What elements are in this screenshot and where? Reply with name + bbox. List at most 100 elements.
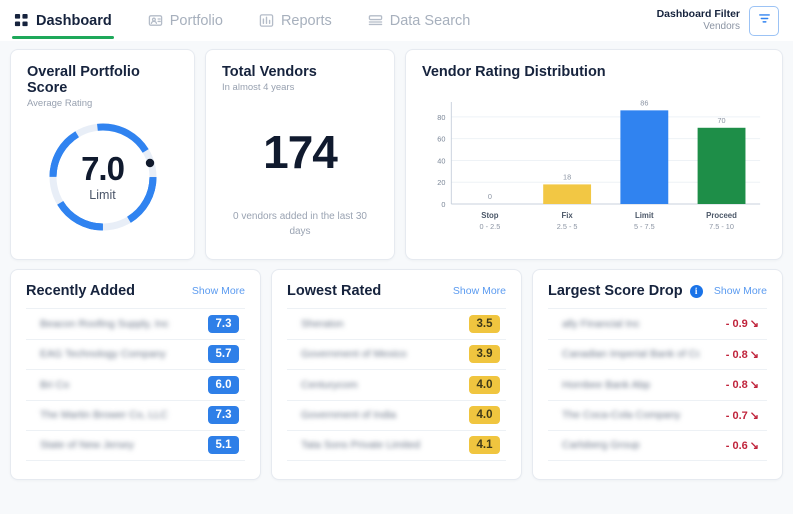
x-axis-range-label: 0 - 2.5 <box>480 222 501 231</box>
list-item[interactable]: Sheraton 3.5 <box>287 308 506 339</box>
list-item[interactable]: The Coca-Cola Company - 0.7 ↘ <box>548 399 767 431</box>
list-item-name: Sheraton <box>301 317 344 330</box>
bar-value-label: 0 <box>488 192 492 201</box>
active-tab-underline <box>12 36 114 39</box>
dashboard-filter-title: Dashboard Filter <box>656 7 740 20</box>
lowest-rated-show-more[interactable]: Show More <box>453 285 506 297</box>
x-axis-category-label: Stop <box>481 211 499 220</box>
tab-reports[interactable]: Reports <box>259 0 346 41</box>
tab-data-search[interactable]: Data Search <box>368 0 485 41</box>
list-item[interactable]: The Martin Brower Co, LLC 7.3 <box>26 399 245 431</box>
largest-score-drop-header: Largest Score Drop i Show More <box>548 283 767 299</box>
info-icon[interactable]: i <box>689 284 703 298</box>
chart-bar[interactable] <box>620 110 669 204</box>
list-item-name: The Coca-Cola Company <box>562 409 681 422</box>
total-vendors-value-area: 174 <box>222 93 378 210</box>
list-item[interactable]: Tata Sons Private Limited 4.1 <box>287 430 506 461</box>
score-delta: - 0.9 ↘ <box>726 317 759 330</box>
score-badge: 5.7 <box>208 345 239 364</box>
gauge-label: Limit <box>89 188 116 202</box>
tab-dashboard[interactable]: Dashboard <box>12 0 126 41</box>
x-axis-category-label: Proceed <box>706 211 737 220</box>
lowest-rated-card: Lowest Rated Show More Sheraton 3.5 Govern… <box>271 269 522 480</box>
score-delta-value: - 0.8 <box>725 348 748 361</box>
total-vendors-value: 174 <box>263 125 338 178</box>
gauge-area: 7.0 Limit <box>27 109 178 245</box>
tab-portfolio[interactable]: Portfolio <box>148 0 237 41</box>
list-item-name: ally Financial Inc <box>562 317 640 330</box>
list-item-name: EAG Technology Company <box>40 348 166 361</box>
arrow-down-right-icon: ↘ <box>749 439 759 452</box>
list-item[interactable]: Bri Co 6.0 <box>26 369 245 400</box>
score-gauge: 7.0 Limit <box>44 118 162 236</box>
list-item-name: The Martin Brower Co, LLC <box>40 409 168 422</box>
bar-chart-icon <box>259 13 274 28</box>
score-badge: 4.1 <box>469 436 500 455</box>
lowest-rated-rows: Sheraton 3.5 Government of Mexico 3.9 Centur… <box>287 308 506 461</box>
lowest-rated-header: Lowest Rated Show More <box>287 283 506 299</box>
score-badge: 3.5 <box>469 314 500 333</box>
list-item[interactable]: Centurycom 4.0 <box>287 369 506 400</box>
dashboard-filter-text: Dashboard Filter Vendors <box>657 8 740 34</box>
list-item-name: Hornbee Bank Abp <box>562 378 651 391</box>
score-badge: 4.0 <box>469 406 500 425</box>
tab-dashboard-label: Dashboard <box>36 12 112 29</box>
total-vendors-footnote: 0 vendors added in the last 30 days <box>233 211 367 237</box>
overall-portfolio-score-title: Overall Portfolio Score <box>27 64 140 96</box>
list-item-name: Bri Co <box>40 378 70 391</box>
list-item[interactable]: Beacon Roofing Supply, Inc 7.3 <box>26 308 245 339</box>
gauge-value: 7.0 <box>81 150 125 187</box>
list-item[interactable]: Carlsberg Group - 0.6 ↘ <box>548 430 767 461</box>
list-item[interactable]: ally Financial Inc - 0.9 ↘ <box>548 308 767 339</box>
arrow-down-right-icon: ↘ <box>749 379 759 392</box>
x-axis-category-label: Fix <box>561 211 573 220</box>
lowest-rated-title: Lowest Rated <box>287 283 382 299</box>
portfolio-icon <box>148 13 163 28</box>
y-axis-tick-label: 40 <box>437 156 445 165</box>
score-badge: 3.9 <box>469 345 500 364</box>
arrow-down-right-icon: ↘ <box>749 318 759 331</box>
score-badge: 7.3 <box>208 406 239 425</box>
largest-score-drop-rows: ally Financial Inc - 0.9 ↘ Canadian Imperia… <box>548 308 767 461</box>
score-badge: 6.0 <box>208 375 239 394</box>
total-vendors-subtitle: In almost 4 years <box>222 82 295 93</box>
dashboard-filter-value: Vendors <box>703 20 740 32</box>
list-item[interactable]: Canadian Imperial Bank of Commerce - 0.8↘ <box>548 338 767 370</box>
total-vendors-title: Total Vendors <box>222 64 317 80</box>
score-delta-value: - 0.7 <box>725 409 748 422</box>
chart-bar[interactable] <box>697 127 746 204</box>
list-item-name: Carlsberg Group <box>562 439 640 452</box>
list-item[interactable]: EAG Technology Company 5.7 <box>26 338 245 370</box>
gauge-center-labels: 7.0 Limit <box>44 118 162 236</box>
tab-data-search-label: Data Search <box>389 12 471 29</box>
dashboard-content: Overall Portfolio Score Average Rating 7… <box>0 41 793 514</box>
list-item-name: State of New Jersey <box>40 439 134 452</box>
bar-value-label: 86 <box>640 98 648 107</box>
largest-score-drop-show-more[interactable]: Show More <box>714 285 767 297</box>
list-item-name: Government of India <box>301 409 397 422</box>
bar-value-label: 70 <box>717 116 725 125</box>
bar-value-label: 18 <box>563 172 571 181</box>
list-item[interactable]: State of New Jersey 5.1 <box>26 430 245 461</box>
list-item[interactable]: Hornbee Bank Abp - 0.8 ↘ <box>548 369 767 400</box>
list-item-name: Beacon Roofing Supply, Inc <box>40 317 169 330</box>
top-navigation-bar: Dashboard Portfolio Reports Data Search … <box>0 0 793 41</box>
chart-bar[interactable] <box>543 184 592 204</box>
list-item-name: Canadian Imperial Bank of Commerce <box>562 348 700 361</box>
list-item[interactable]: Government of Mexico 3.9 <box>287 338 506 370</box>
list-item[interactable]: Government of India 4.0 <box>287 399 506 431</box>
filter-button[interactable] <box>749 5 779 36</box>
kpi-row: Overall Portfolio Score Average Rating 7… <box>10 49 783 260</box>
data-search-icon <box>368 13 383 28</box>
vendor-rating-distribution-card: Vendor Rating Distribution 0 20 40 60 80 0 Sto… <box>405 49 783 260</box>
score-delta: - 0.8 ↘ <box>726 348 759 361</box>
list-item-name: Tata Sons Private Limited <box>301 439 421 452</box>
nav-tabs: Dashboard Portfolio Reports Data Search <box>12 0 506 41</box>
dashboard-filter: Dashboard Filter Vendors <box>657 5 783 36</box>
y-axis-tick-label: 80 <box>437 113 445 122</box>
recently-added-show-more[interactable]: Show More <box>192 285 245 297</box>
arrow-down-right-icon: ↘ <box>749 348 759 361</box>
score-delta: - 0.8 ↘ <box>726 378 759 391</box>
recently-added-card: Recently Added Show More Beacon Roofing … <box>10 269 261 480</box>
funnel-icon <box>757 11 772 31</box>
